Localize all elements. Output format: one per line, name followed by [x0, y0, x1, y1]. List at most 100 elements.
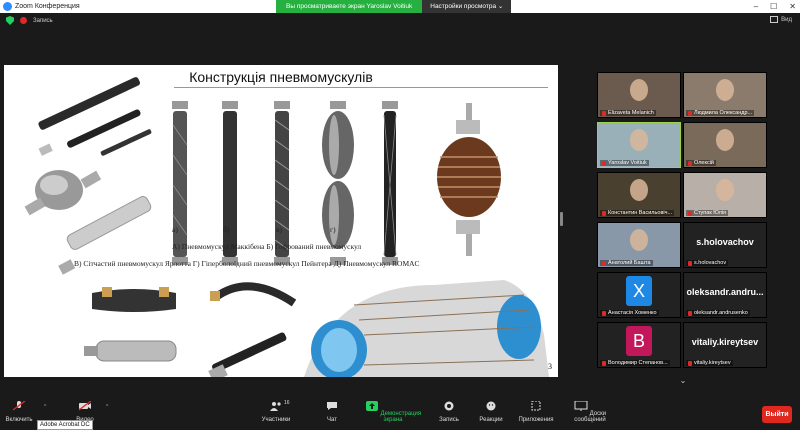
mic-off-icon [602, 110, 606, 116]
mesh-render-image [304, 280, 549, 377]
record-icon [20, 17, 27, 24]
whiteboard-button[interactable]: Доски сообщений [562, 400, 618, 423]
muscle-illustrations [24, 77, 549, 377]
window-controls: – ☐ ✕ [754, 0, 796, 13]
meeting-toolbar: Включить ^ Видео ^ Участники 16 Чат Демо… [0, 398, 800, 430]
title-bar: Zoom Конференция Вы просматриваете экран… [0, 0, 800, 13]
participant-display-name: vitaliy.kireytsev [691, 337, 759, 347]
close-icon[interactable]: ✕ [789, 0, 796, 13]
romac-muscle-image [437, 103, 501, 256]
panel-split-handle[interactable] [560, 212, 563, 226]
participant-name: Анатолий Башта [608, 260, 651, 266]
share-banner: Вы просматриваете экран Yaroslav Voitiuk… [276, 0, 512, 13]
leave-button[interactable]: Выйти [762, 406, 792, 423]
label-a: а) [172, 225, 178, 234]
participant-tile[interactable]: B Володимир Степанов... [597, 322, 681, 368]
zoom-logo-icon [3, 2, 12, 11]
participant-face [716, 129, 734, 151]
participant-face [630, 229, 648, 251]
mic-off-icon [602, 310, 606, 316]
muscle-e-image [382, 101, 398, 265]
participants-icon [270, 402, 281, 411]
maximize-icon[interactable]: ☐ [770, 0, 777, 13]
participant-tile[interactable]: vitaliy.kireytsev vitaliy.kireytsev [683, 322, 767, 368]
mute-button[interactable]: Включить [4, 400, 34, 423]
participant-name-label: Константин Васильовіч... [600, 210, 675, 216]
participant-tile[interactable]: Константин Васильовіч... [597, 172, 681, 218]
recording-label: Запись [33, 17, 53, 24]
apps-icon [531, 400, 541, 411]
share-screen-icon [365, 401, 378, 411]
participant-name-label: vitaliy.kireytsev [686, 360, 733, 366]
mic-off-icon [688, 310, 692, 316]
participant-name-label: Анатолий Башта [600, 260, 653, 266]
reactions-button[interactable]: Реакции [476, 401, 506, 423]
mic-off-icon [602, 260, 606, 266]
participant-name: Людмила Олександр... [694, 110, 753, 116]
participants-count: 16 [284, 400, 290, 406]
label-c: в) [276, 225, 283, 234]
participant-face [716, 179, 734, 201]
label-b: б) [223, 225, 230, 234]
minimize-icon[interactable]: – [754, 0, 758, 13]
corrugated-sphere-image [24, 170, 102, 216]
video-off-icon [78, 400, 92, 411]
participant-tile[interactable]: s.holovachov s.holovachov [683, 222, 767, 268]
flat-muscle-image [92, 287, 176, 312]
participant-tile[interactable]: Elizaveta Melanich [597, 72, 681, 118]
participant-name: vitaliy.kireytsev [694, 360, 731, 366]
chevron-down-icon[interactable]: ⌄ [676, 376, 690, 386]
window-title: Zoom Конференция [15, 3, 80, 10]
apps-button[interactable]: Приложения [516, 400, 556, 423]
participant-face [716, 79, 734, 101]
participant-tile[interactable]: oleksandr.andru... oleksandr.andrusenko [683, 272, 767, 318]
view-button[interactable]: Вид [770, 16, 792, 23]
mic-off-icon [12, 400, 26, 411]
participant-name-label: Людмила Олександр... [686, 110, 755, 116]
chat-button[interactable]: Чат [322, 401, 342, 423]
mckibben-tubes-image [38, 77, 152, 156]
shared-screen-slide: Конструкція пневмомускулів а) б) в) г) д… [4, 65, 558, 377]
view-options-button[interactable]: Настройки просмотра ⌄ [422, 0, 512, 13]
participant-face [630, 179, 648, 201]
shield-icon[interactable] [6, 16, 14, 25]
participant-name: Анастасія Хоменко [608, 310, 657, 316]
label-e: д) [384, 225, 391, 234]
participant-name: Константин Васильовіч... [608, 210, 673, 216]
mic-off-icon [688, 110, 692, 116]
mic-off-icon [688, 260, 692, 266]
participant-tile[interactable]: Людмила Олександр... [683, 72, 767, 118]
video-options-caret[interactable]: ^ [106, 404, 108, 410]
record-icon [444, 401, 454, 411]
share-screen-button[interactable]: Демонстрация экрана [356, 401, 430, 423]
participant-tile[interactable]: Yaroslav Voitiuk [597, 122, 681, 168]
participant-tile[interactable]: Ступак Юлія [683, 172, 767, 218]
participant-name-label: s.holovachov [686, 260, 729, 266]
mute-options-caret[interactable]: ^ [44, 404, 46, 410]
record-button[interactable]: Запись [436, 401, 462, 423]
participant-tile[interactable]: Олексій [683, 122, 767, 168]
participant-name-label: Анастасія Хоменко [600, 310, 659, 316]
participant-name: Yaroslav Voitiuk [608, 160, 647, 166]
participant-name: Володимир Степанов... [608, 360, 668, 366]
participant-display-name: s.holovachov [696, 237, 754, 247]
participant-tile[interactable]: X Анастасія Хоменко [597, 272, 681, 318]
caption-line-1: А) Пневмомускул Маккібена Б) Гофрований … [172, 242, 362, 251]
mic-off-icon [688, 210, 692, 216]
muscle-b-image [222, 101, 238, 265]
participant-name: Олексій [694, 160, 714, 166]
participant-name-label: Yaroslav Voitiuk [600, 160, 649, 166]
participant-name-label: Володимир Степанов... [600, 360, 670, 366]
mic-off-icon [602, 160, 606, 166]
participant-name: oleksandr.andrusenko [694, 310, 748, 316]
caption-line-2: В) Сітчастий пневмомускул Ярлотта Г) Гіп… [74, 259, 420, 268]
participant-avatar: B [626, 326, 652, 356]
participant-face [630, 79, 648, 101]
muscle-d-image [322, 101, 354, 265]
participant-face [630, 129, 648, 151]
curved-muscle-image [210, 282, 297, 307]
mic-off-icon [602, 360, 606, 366]
participant-name-label: Олексій [686, 160, 716, 166]
participant-name-label: Elizaveta Melanich [600, 110, 656, 116]
participant-tile[interactable]: Анатолий Башта [597, 222, 681, 268]
